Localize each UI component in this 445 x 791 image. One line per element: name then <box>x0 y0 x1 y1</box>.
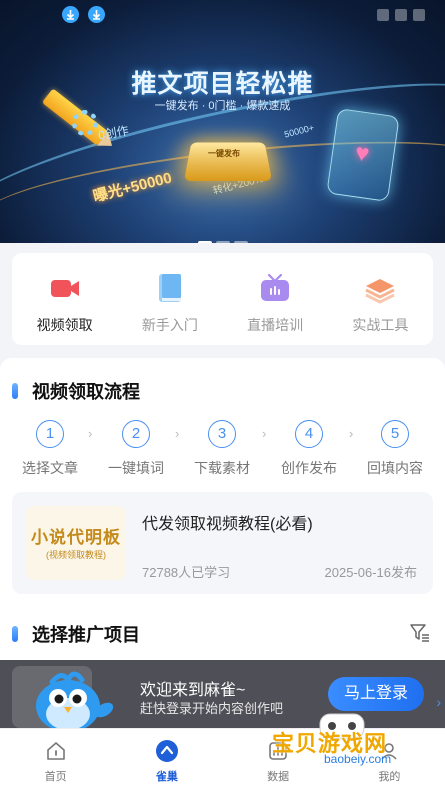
category-label: 视频领取 <box>36 317 93 333</box>
carousel-indicator <box>0 232 445 243</box>
chevron-right-icon[interactable]: › <box>436 694 441 710</box>
course-thumbnail: 小说代明板 (视频领取教程) <box>26 506 126 580</box>
step-number: 4 <box>295 420 323 448</box>
filter-icon[interactable] <box>409 622 431 644</box>
course-date: 2025-06-16发布 <box>324 565 418 580</box>
nest-icon <box>155 739 179 763</box>
category-label: 新手入门 <box>141 317 198 333</box>
step-label: 回填内容 <box>367 460 423 476</box>
video-camera-icon <box>48 271 82 305</box>
course-title: 代发领取视频教程(必看) <box>142 516 313 533</box>
flow-steps: 1 选择文章 › 2 一键填词 › 3 下载素材 › 4 创作发布 › 5 回填… <box>0 420 445 480</box>
flow-step: 4 创作发布 <box>265 420 353 478</box>
category-label: 直播培训 <box>247 317 304 333</box>
flow-step: 3 下载素材 <box>178 420 266 478</box>
section-title-accent <box>12 626 18 642</box>
step-label: 一键填词 <box>108 460 164 476</box>
mascot-bird-icon <box>22 662 122 734</box>
thumbnail-title: 小说代明板 <box>31 528 121 547</box>
category-live-training[interactable]: 直播培训 <box>223 253 328 345</box>
section-title: 选择推广项目 <box>12 621 140 647</box>
section-title: 视频领取流程 <box>12 378 140 404</box>
promo-banner[interactable]: 推文项目轻松推 一键发布 · 0门槛 · 爆款速成 0创作 曝光+50000 转… <box>0 0 445 243</box>
category-video-claim[interactable]: 视频领取 <box>12 253 117 345</box>
tab-home[interactable]: 首页 <box>0 729 111 791</box>
flow-title: 视频领取流程 <box>32 382 140 402</box>
thumbnail-subtitle: (视频领取教程) <box>46 550 106 560</box>
flow-step: 5 回填内容 <box>351 420 439 478</box>
tab-label: 首页 <box>44 771 67 783</box>
course-learners: 72788人已学习 <box>142 565 231 580</box>
gold-block-label: 一键发布 <box>208 149 240 158</box>
flow-section: 视频领取流程 1 选择文章 › 2 一键填词 › 3 下载素材 › 4 创作发布… <box>0 358 445 603</box>
watermark-url: baobeiy.com <box>324 752 392 766</box>
category-tools[interactable]: 实战工具 <box>328 253 433 345</box>
home-icon <box>44 739 68 763</box>
banner-title: 推文项目轻松推 <box>131 70 314 98</box>
flow-step: 2 一键填词 <box>92 420 180 478</box>
tv-icon <box>258 271 292 305</box>
login-welcome: 欢迎来到麻雀~ <box>140 682 246 699</box>
carousel-dot <box>197 241 212 243</box>
step-number: 2 <box>122 420 150 448</box>
download-icon <box>62 6 79 23</box>
step-number: 3 <box>208 420 236 448</box>
step-number: 5 <box>381 420 409 448</box>
download-icon <box>88 6 105 23</box>
tab-label: 雀巢 <box>155 771 178 783</box>
status-bar <box>0 0 445 28</box>
tab-nest[interactable]: 雀巢 <box>111 729 222 791</box>
layers-icon <box>363 271 397 305</box>
category-card: 视频领取 新手入门 直播培训 实战工具 <box>12 253 433 345</box>
step-number: 1 <box>36 420 64 448</box>
status-indicators <box>371 8 431 21</box>
step-label: 选择文章 <box>22 460 78 476</box>
login-hint: 赶快登录开始内容创作吧 <box>140 701 284 716</box>
flow-step: 1 选择文章 <box>6 420 94 478</box>
category-label: 实战工具 <box>352 317 409 333</box>
carousel-dot <box>215 241 230 243</box>
gear-icon <box>72 110 98 136</box>
section-title-accent <box>12 383 18 399</box>
step-label: 创作发布 <box>281 460 337 476</box>
course-card[interactable]: 小说代明板 (视频领取教程) 代发领取视频教程(必看) 72788人已学习 20… <box>12 492 433 594</box>
projects-title: 选择推广项目 <box>32 625 140 645</box>
carousel-dot <box>233 241 248 243</box>
step-label: 下载素材 <box>194 460 250 476</box>
category-beginner[interactable]: 新手入门 <box>117 253 222 345</box>
book-icon <box>153 271 187 305</box>
